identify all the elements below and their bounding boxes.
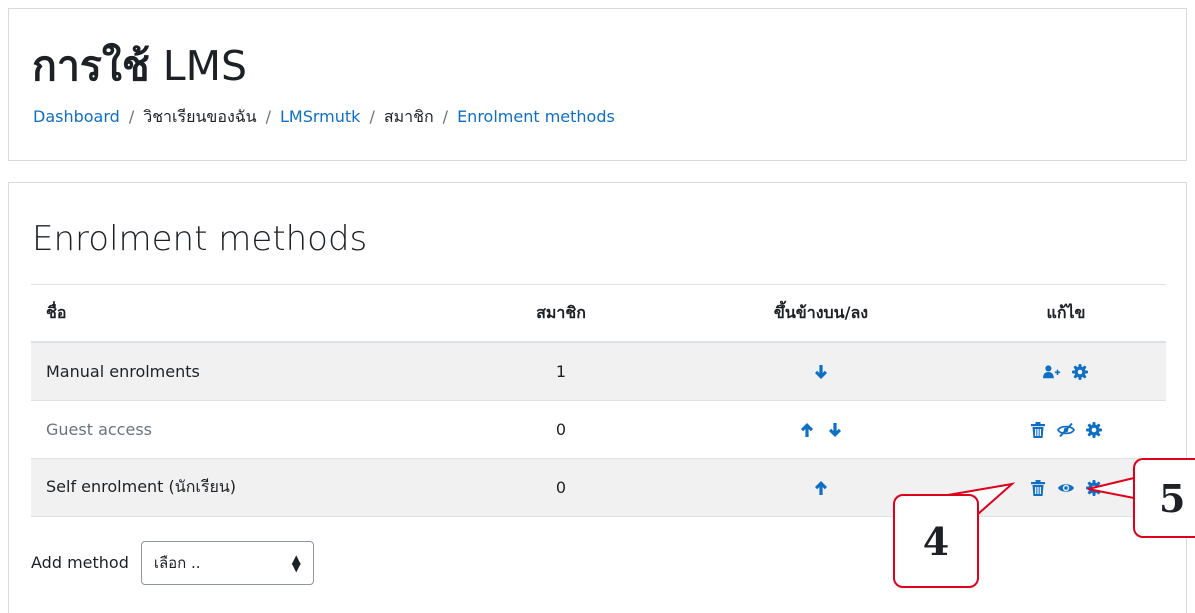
course-title: การใช้ LMS: [32, 40, 247, 92]
column-header-users: สมาชิก: [536, 302, 586, 322]
column-header-name: ชื่อ: [46, 302, 67, 322]
enrolment-method-name: Guest access: [46, 420, 152, 439]
enrolment-method-name: Manual enrolments: [46, 362, 200, 381]
visible-eye-icon[interactable]: [1057, 479, 1075, 497]
select-caret-icon: ▲ ▼: [291, 551, 301, 574]
enrolment-user-count: 1: [555, 362, 567, 381]
add-method-select[interactable]: เลือก .. ▲ ▼: [140, 540, 314, 585]
updown-controls: [731, 343, 911, 400]
breadcrumb-separator: /: [128, 107, 135, 126]
table-row: Self enrolment (นักเรียน) 0: [31, 459, 1166, 517]
section-divider: [8, 160, 1187, 183]
breadcrumb-separator: /: [265, 107, 271, 126]
arrow-up-icon[interactable]: [812, 479, 830, 497]
enrolment-user-count: 0: [555, 478, 567, 497]
table-header: ชื่อ สมาชิก ขึ้นข้างบน/ลง แก้ไข: [31, 284, 1166, 343]
add-method-row: Add method เลือก .. ▲ ▼: [31, 540, 314, 585]
settings-gear-icon[interactable]: [1085, 479, 1103, 497]
breadcrumb-dashboard[interactable]: Dashboard: [33, 107, 120, 126]
enrolment-method-name: Self enrolment (นักเรียน): [46, 477, 237, 496]
add-method-selected: เลือก ..: [153, 553, 201, 572]
enrolment-user-count: 0: [555, 420, 567, 439]
breadcrumb-participants[interactable]: สมาชิก: [384, 107, 434, 126]
column-header-edit: แก้ไข: [1046, 302, 1086, 322]
hidden-eye-slash-icon[interactable]: [1057, 421, 1075, 439]
table-row: Manual enrolments 1: [31, 343, 1166, 401]
course-title-suffix: LMS: [162, 42, 248, 90]
updown-controls: [731, 401, 911, 458]
settings-gear-icon[interactable]: [1085, 421, 1103, 439]
arrow-down-icon[interactable]: [812, 363, 830, 381]
arrow-down-icon[interactable]: [826, 421, 844, 439]
updown-controls: [731, 459, 911, 516]
table-row: Guest access 0: [31, 401, 1166, 459]
delete-trash-icon[interactable]: [1029, 479, 1047, 497]
page-title: Enrolment methods: [32, 219, 368, 259]
breadcrumb: Dashboard / วิชาเรียนของฉัน / LMSrmutk / สมาชิ…: [33, 106, 615, 128]
breadcrumb-course[interactable]: LMSrmutk: [280, 107, 360, 126]
callout-4-label: 4: [922, 518, 950, 564]
settings-gear-icon[interactable]: [1071, 363, 1089, 381]
breadcrumb-enrolment-methods[interactable]: Enrolment methods: [457, 107, 615, 126]
callout-5: 5: [1133, 458, 1195, 538]
column-header-updown: ขึ้นข้างบน/ลง: [773, 302, 869, 322]
enrol-users-icon[interactable]: [1043, 363, 1061, 381]
delete-trash-icon[interactable]: [1029, 421, 1047, 439]
arrow-up-icon[interactable]: [798, 421, 816, 439]
breadcrumb-separator: /: [369, 107, 375, 126]
callout-4: 4: [893, 494, 979, 588]
add-method-label: Add method: [31, 553, 129, 572]
breadcrumb-separator: /: [442, 107, 449, 126]
edit-controls: [976, 401, 1156, 458]
breadcrumb-my-courses[interactable]: วิชาเรียนของฉัน: [143, 107, 256, 126]
edit-controls: [976, 459, 1156, 516]
callout-5-label: 5: [1159, 475, 1186, 521]
enrolment-methods-table: ชื่อ สมาชิก ขึ้นข้างบน/ลง แก้ไข Manual e…: [31, 284, 1166, 517]
course-title-prefix: การใช้: [32, 42, 150, 90]
edit-controls: [976, 343, 1156, 400]
